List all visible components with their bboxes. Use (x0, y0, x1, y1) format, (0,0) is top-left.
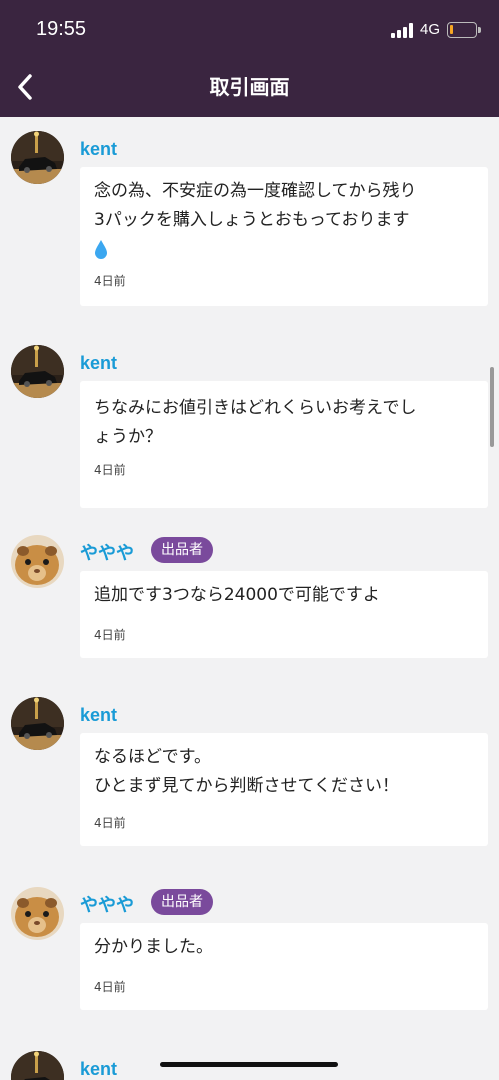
seller-badge: 出品者 (151, 889, 213, 915)
message-time: 4日前 (94, 816, 126, 830)
guinea-pig-avatar (11, 887, 64, 940)
signal-icon (391, 22, 415, 38)
car-photo-avatar (11, 1051, 64, 1080)
status-bar: 19:55 4G (0, 0, 499, 58)
network-label: 4G (420, 21, 441, 38)
avatar[interactable] (11, 131, 64, 184)
sender-name[interactable]: kent (80, 1059, 117, 1080)
message-list[interactable]: kent 念の為、不安症の為一度確認してから残り 3パックを購入しょうとおもって… (0, 117, 499, 1080)
message-time: 4日前 (94, 628, 126, 642)
sender-name[interactable]: ややや (80, 539, 134, 565)
nav-bar: 取引画面 (0, 58, 499, 117)
droplet-icon (95, 240, 107, 259)
guinea-pig-avatar (11, 535, 64, 588)
sender-name[interactable]: kent (80, 353, 117, 374)
battery-icon (447, 22, 481, 38)
car-photo-avatar (11, 697, 64, 750)
avatar[interactable] (11, 535, 64, 588)
message-bubble: 分かりました。 4日前 (80, 923, 488, 1010)
status-time: 19:55 (36, 18, 87, 40)
message-text: なるほどです。 ひとまず見てから判断させてください！ (94, 747, 399, 796)
page-title: 取引画面 (209, 75, 290, 99)
message-text: 念の為、不安症の為一度確認してから残り 3パックを購入しょうとおもっております (94, 181, 417, 230)
message-bubble: なるほどです。 ひとまず見てから判断させてください！ 4日前 (80, 733, 488, 846)
avatar[interactable] (11, 1051, 64, 1080)
car-photo-avatar (11, 345, 64, 398)
message-text: ちなみにお値引きはどれくらいお考えでし ょうか？ (94, 398, 417, 447)
sender-name[interactable]: kent (80, 705, 117, 726)
sender-name[interactable]: ややや (80, 891, 134, 917)
sender-name[interactable]: kent (80, 139, 117, 160)
message-bubble: 追加です3つなら24000で可能ですよ 4日前 (80, 571, 488, 658)
message-time: 4日前 (94, 980, 126, 994)
car-photo-avatar (11, 131, 64, 184)
scrollbar[interactable] (490, 367, 494, 447)
message-bubble: ちなみにお値引きはどれくらいお考えでし ょうか？ 4日前 (80, 381, 488, 508)
home-indicator[interactable] (160, 1062, 338, 1067)
avatar[interactable] (11, 887, 64, 940)
message-bubble: 念の為、不安症の為一度確認してから残り 3パックを購入しょうとおもっております … (80, 167, 488, 306)
message-text: 分かりました。 (94, 937, 213, 957)
message-time: 4日前 (94, 463, 126, 477)
message-text: 追加です3つなら24000で可能ですよ (94, 585, 380, 605)
avatar[interactable] (11, 697, 64, 750)
avatar[interactable] (11, 345, 64, 398)
message-time: 4日前 (94, 274, 126, 288)
back-button[interactable] (12, 72, 42, 102)
chevron-left-icon (18, 74, 32, 100)
seller-badge: 出品者 (151, 537, 213, 563)
